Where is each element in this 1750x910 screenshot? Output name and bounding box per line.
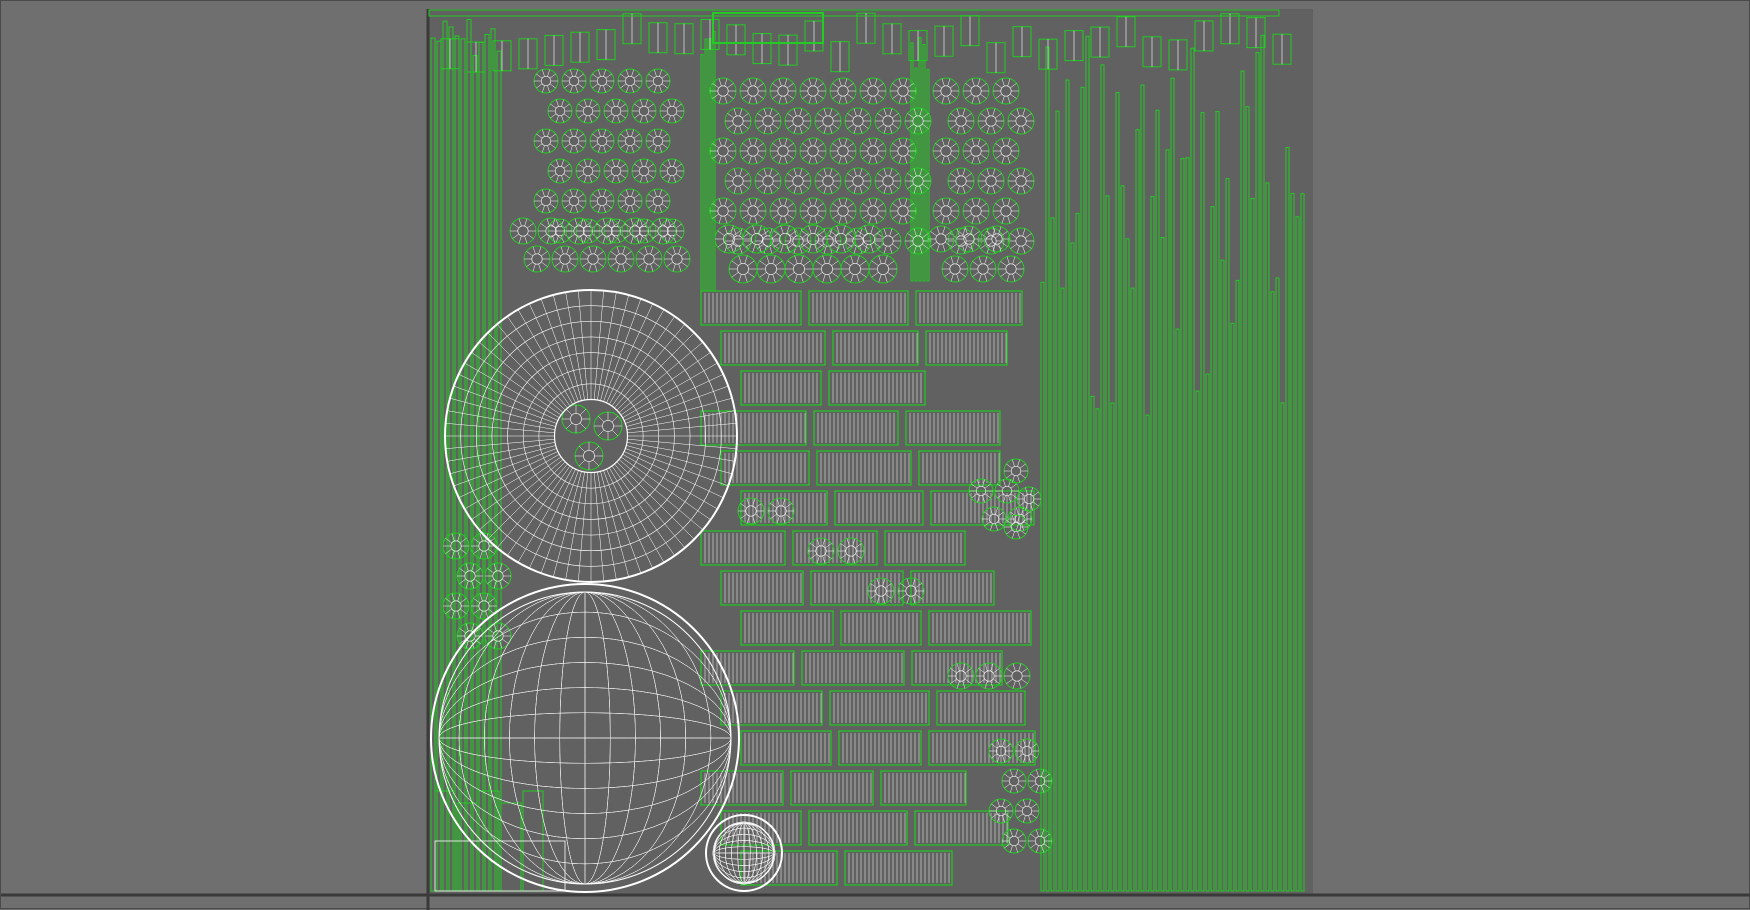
uv-tile-frame	[1, 9, 1750, 910]
uv-layout-canvas[interactable]	[1, 1, 1750, 910]
uv-editor-viewport[interactable]	[0, 0, 1750, 909]
